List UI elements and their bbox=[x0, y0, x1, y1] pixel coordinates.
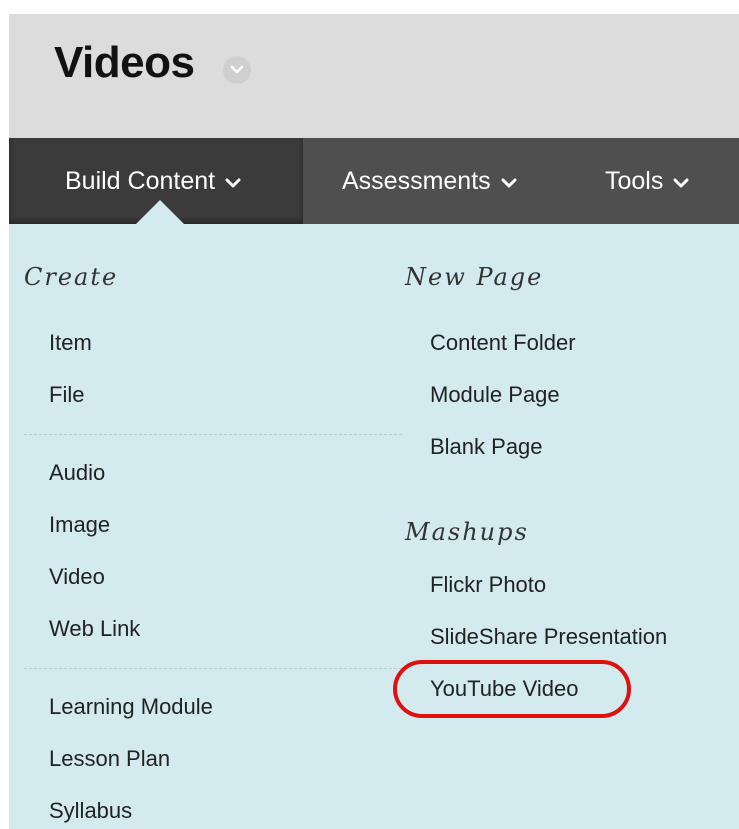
tab-label: Assessments bbox=[342, 166, 491, 195]
build-content-dropdown bbox=[9, 224, 739, 829]
menu-item-lesson-plan[interactable]: Lesson Plan bbox=[49, 746, 170, 772]
menu-item-content-folder[interactable]: Content Folder bbox=[430, 330, 576, 356]
section-heading-create: Create bbox=[24, 263, 119, 291]
menu-item-youtube-video[interactable]: YouTube Video bbox=[430, 676, 578, 702]
menu-item-web-link[interactable]: Web Link bbox=[49, 616, 140, 642]
course-navbar: Build Content Assessments Tools bbox=[9, 138, 739, 224]
menu-item-item[interactable]: Item bbox=[49, 330, 92, 356]
chevron-down-icon bbox=[501, 167, 517, 196]
menu-item-module-page[interactable]: Module Page bbox=[430, 382, 560, 408]
menu-item-image[interactable]: Image bbox=[49, 512, 110, 538]
menu-item-slideshare-presentation[interactable]: SlideShare Presentation bbox=[430, 624, 667, 650]
menu-item-video[interactable]: Video bbox=[49, 564, 105, 590]
menu-item-audio[interactable]: Audio bbox=[49, 460, 105, 486]
section-heading-mashups: Mashups bbox=[405, 518, 529, 546]
page-title: Videos bbox=[54, 38, 195, 87]
chevron-down-icon bbox=[673, 167, 689, 196]
tab-label: Tools bbox=[605, 166, 664, 195]
section-heading-new-page: New Page bbox=[405, 263, 544, 291]
dropdown-pointer bbox=[136, 200, 184, 224]
menu-item-blank-page[interactable]: Blank Page bbox=[430, 434, 543, 460]
tab-assessments[interactable]: Assessments bbox=[342, 138, 517, 224]
menu-item-flickr-photo[interactable]: Flickr Photo bbox=[430, 572, 546, 598]
chevron-down-icon bbox=[230, 65, 244, 74]
menu-item-file[interactable]: File bbox=[49, 382, 84, 408]
menu-item-syllabus[interactable]: Syllabus bbox=[49, 798, 132, 824]
menu-divider bbox=[24, 668, 402, 669]
tab-label: Build Content bbox=[65, 166, 216, 195]
menu-item-learning-module[interactable]: Learning Module bbox=[49, 694, 213, 720]
title-menu-button[interactable] bbox=[223, 56, 251, 84]
menu-divider bbox=[24, 434, 402, 435]
chevron-down-icon bbox=[225, 167, 241, 196]
tab-tools[interactable]: Tools bbox=[605, 138, 689, 224]
